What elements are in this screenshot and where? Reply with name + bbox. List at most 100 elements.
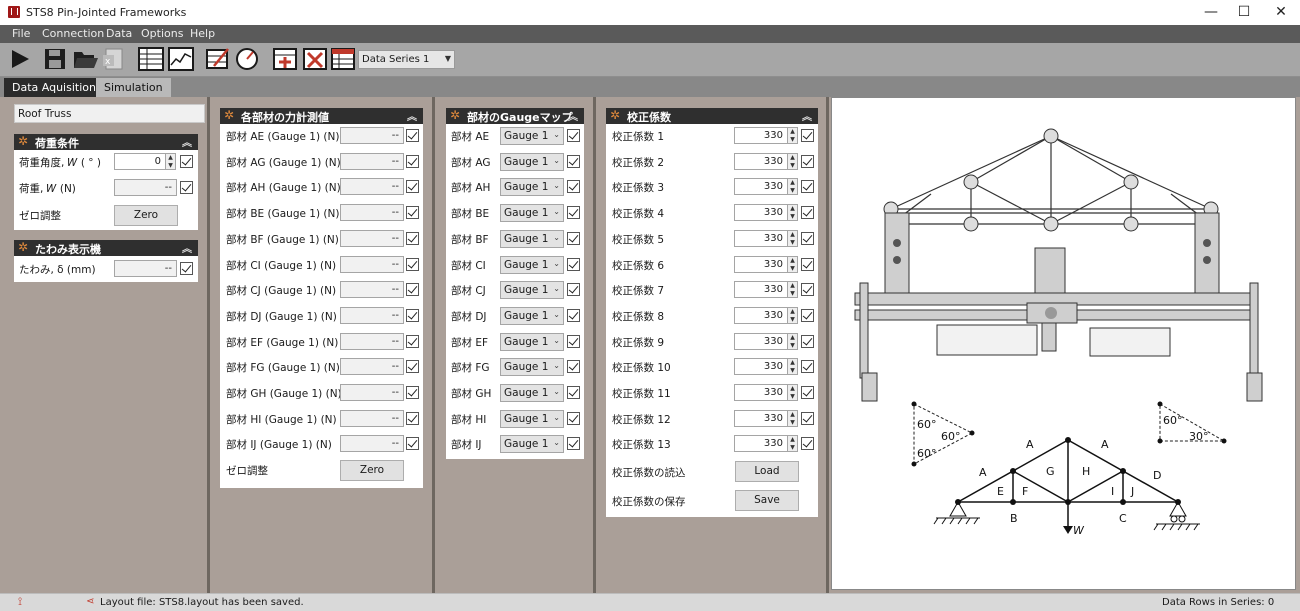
- spinner-icon[interactable]: ▲ ▼: [787, 229, 798, 247]
- force-checkbox[interactable]: [406, 437, 419, 451]
- spinner-icon[interactable]: ▲ ▼: [787, 306, 798, 324]
- column-divider[interactable]: [826, 97, 829, 593]
- collapse-icon[interactable]: ︽: [182, 134, 192, 149]
- calib-checkbox[interactable]: [801, 411, 814, 425]
- gauge-checkbox[interactable]: [567, 283, 580, 297]
- gauge-select[interactable]: Gauge 1 ⌄: [500, 255, 564, 274]
- force-checkbox[interactable]: [406, 334, 419, 348]
- force-checkbox[interactable]: [406, 231, 419, 245]
- excel-export-icon[interactable]: x: [101, 47, 127, 73]
- load-zero-button[interactable]: Zero: [114, 205, 178, 226]
- forces-zero-button[interactable]: Zero: [340, 460, 404, 481]
- collapse-icon[interactable]: ︽: [568, 108, 578, 123]
- menu-help[interactable]: Help: [190, 27, 215, 40]
- close-button[interactable]: ✕: [1264, 0, 1298, 25]
- gauge-checkbox[interactable]: [567, 154, 580, 168]
- collapse-icon[interactable]: ︽: [182, 240, 192, 255]
- gauge-select[interactable]: Gauge 1 ⌄: [500, 281, 564, 300]
- calib-input[interactable]: 330: [734, 384, 788, 401]
- calib-input[interactable]: 330: [734, 435, 788, 453]
- spinner-icon[interactable]: ▲ ▼: [787, 255, 798, 273]
- gauge-checkbox[interactable]: [567, 334, 580, 348]
- menu-connection[interactable]: Connection: [42, 27, 104, 40]
- tab-data-aquisition[interactable]: Data Aquisition: [4, 78, 104, 97]
- gauge-checkbox[interactable]: [567, 129, 580, 142]
- collapse-icon[interactable]: ︽: [407, 108, 417, 123]
- gauge-checkbox[interactable]: [567, 308, 580, 322]
- calib-checkbox[interactable]: [801, 308, 814, 322]
- force-checkbox[interactable]: [406, 154, 419, 168]
- calib-input[interactable]: 330: [734, 127, 788, 144]
- column-divider[interactable]: [207, 97, 210, 593]
- gauge-checkbox[interactable]: [567, 437, 580, 451]
- column-divider[interactable]: [593, 97, 596, 593]
- table-view-icon[interactable]: [138, 47, 164, 73]
- gauge-dial-icon[interactable]: [235, 47, 261, 73]
- calib-checkbox[interactable]: [801, 360, 814, 374]
- gauge-checkbox[interactable]: [567, 206, 580, 220]
- calib-input[interactable]: 330: [734, 178, 788, 196]
- menu-data[interactable]: Data: [106, 27, 132, 40]
- calib-checkbox[interactable]: [801, 283, 814, 297]
- force-checkbox[interactable]: [406, 180, 419, 194]
- minimize-button[interactable]: —: [1194, 0, 1228, 25]
- play-icon[interactable]: [8, 47, 34, 73]
- series-table-icon[interactable]: [331, 47, 357, 73]
- calib-checkbox[interactable]: [801, 154, 814, 168]
- spinner-icon[interactable]: ▲ ▼: [787, 435, 798, 453]
- force-checkbox[interactable]: [406, 308, 419, 322]
- calib-input[interactable]: 330: [734, 332, 788, 350]
- calib-input[interactable]: 330: [734, 204, 788, 222]
- calib-save-button[interactable]: Save: [735, 490, 799, 511]
- force-checkbox[interactable]: [406, 257, 419, 271]
- maximize-button[interactable]: ☐: [1227, 0, 1261, 25]
- tab-simulation[interactable]: Simulation: [96, 78, 171, 97]
- deflection-checkbox[interactable]: [180, 262, 193, 275]
- calib-checkbox[interactable]: [801, 231, 814, 245]
- menu-options[interactable]: Options: [141, 27, 183, 40]
- gauge-select[interactable]: Gauge 1 ⌄: [500, 409, 564, 428]
- gauge-checkbox[interactable]: [567, 386, 580, 399]
- force-checkbox[interactable]: [406, 206, 419, 220]
- gauge-select[interactable]: Gauge 1 ⌄: [500, 229, 564, 248]
- spinner-icon[interactable]: ▲ ▼: [787, 384, 798, 401]
- calib-checkbox[interactable]: [801, 334, 814, 348]
- calib-input[interactable]: 330: [734, 358, 788, 376]
- column-divider[interactable]: [432, 97, 435, 593]
- spinner-icon[interactable]: ▲ ▼: [787, 152, 798, 170]
- force-checkbox[interactable]: [406, 283, 419, 297]
- delete-row-icon[interactable]: [303, 47, 329, 73]
- gauge-select[interactable]: Gauge 1 ⌄: [500, 152, 564, 171]
- calib-input[interactable]: 330: [734, 409, 788, 427]
- gauge-select[interactable]: Gauge 1 ⌄: [500, 358, 564, 377]
- add-row-icon[interactable]: [273, 47, 299, 73]
- gauge-select[interactable]: Gauge 1 ⌄: [500, 306, 564, 325]
- load-checkbox[interactable]: [180, 181, 193, 194]
- calib-input[interactable]: 330: [734, 152, 788, 170]
- gauge-select[interactable]: Gauge 1 ⌄: [500, 178, 564, 197]
- chart-view-icon[interactable]: [168, 47, 194, 73]
- force-checkbox[interactable]: [406, 360, 419, 374]
- calib-input[interactable]: 330: [734, 306, 788, 324]
- spinner-icon[interactable]: ▲ ▼: [787, 281, 798, 299]
- structure-name-field[interactable]: Roof Truss: [14, 104, 205, 123]
- force-checkbox[interactable]: [406, 411, 419, 425]
- calib-checkbox[interactable]: [801, 129, 814, 142]
- calib-checkbox[interactable]: [801, 437, 814, 451]
- gauge-select[interactable]: Gauge 1 ⌄: [500, 204, 564, 223]
- spinner-icon[interactable]: ▲ ▼: [165, 153, 176, 170]
- spinner-icon[interactable]: ▲ ▼: [787, 127, 798, 144]
- calib-checkbox[interactable]: [801, 386, 814, 399]
- load-angle-input[interactable]: 0: [114, 153, 166, 170]
- force-checkbox[interactable]: [406, 129, 419, 142]
- gauge-select[interactable]: Gauge 1 ⌄: [500, 332, 564, 351]
- calib-checkbox[interactable]: [801, 180, 814, 194]
- save-icon[interactable]: [43, 47, 69, 73]
- calib-input[interactable]: 330: [734, 255, 788, 273]
- calib-input[interactable]: 330: [734, 281, 788, 299]
- open-folder-icon[interactable]: [72, 47, 98, 73]
- gauge-select[interactable]: Gauge 1 ⌄: [500, 435, 564, 454]
- calib-input[interactable]: 330: [734, 229, 788, 247]
- gauge-checkbox[interactable]: [567, 231, 580, 245]
- collapse-icon[interactable]: ︽: [802, 108, 812, 123]
